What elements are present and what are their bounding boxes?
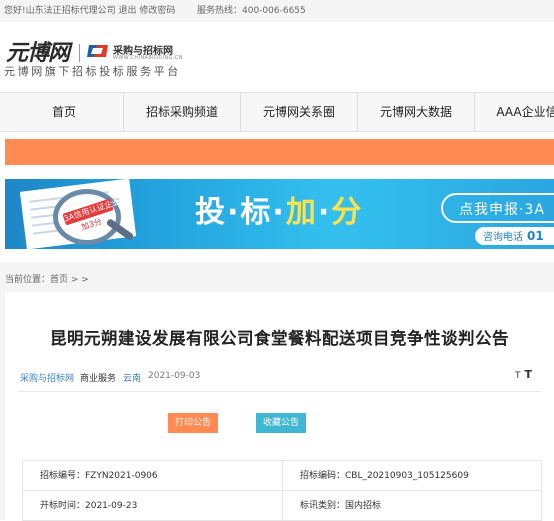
partner-logo-domain: WWW.CHINABIDDING.CN <box>113 55 183 61</box>
site-logo[interactable]: 元博网 <box>6 40 70 66</box>
service-hotline: 服务热线：400-006-6655 <box>197 6 306 16</box>
banner-title: 投·标·加·分 <box>195 193 363 233</box>
banner-title-part: · <box>227 195 241 230</box>
logo-divider <box>79 44 80 62</box>
nav-item-big-data[interactable]: 元博网大数据 <box>358 93 475 131</box>
banner-title-part: · <box>272 195 286 230</box>
nav-item-aaa-credit[interactable]: AAA企业信用 <box>475 93 554 131</box>
site-header: 元博网 采购与招标网 WWW.CHINABIDDING.CN 元博网旗下招标投标… <box>0 22 554 88</box>
article-region[interactable]: 云南 <box>123 371 141 384</box>
banner-title-part: · <box>317 195 332 230</box>
banner-title-part: 投 <box>195 195 227 230</box>
change-password-link[interactable]: 修改密码 <box>139 6 175 16</box>
article-source[interactable]: 采购与招标网 <box>20 371 74 384</box>
article-date: 2021-09-03 <box>148 371 201 381</box>
open-time: 开标时间：2021-09-23 <box>23 491 283 521</box>
print-button[interactable]: 打印公告 <box>168 413 218 433</box>
article-card: 昆明元朔建设发展有限公司食堂餐料配送项目竞争性谈判公告 采购与招标网 商业服务 … <box>5 292 554 521</box>
site-tagline: 元博网旗下招标投标服务平台 <box>4 65 181 78</box>
banner-title-part: 分 <box>331 195 364 230</box>
banner-title-part: 标 <box>240 195 273 230</box>
meta-divider <box>18 391 541 392</box>
user-links: 您好!山东法正招标代理公司 退出 修改密码 <box>4 0 175 22</box>
promo-strip[interactable] <box>5 139 554 165</box>
favorite-button[interactable]: 收藏公告 <box>256 413 306 433</box>
nav-item-home[interactable]: 首页 <box>5 93 124 131</box>
consult-phone: 咨询电话 01 <box>475 227 554 245</box>
tender-number: 招标编号：FZYN2021-0906 <box>23 461 283 491</box>
breadcrumb[interactable]: 当前位置：首页 > > <box>5 272 89 285</box>
logout-link[interactable]: 退出 <box>118 6 136 16</box>
font-size-control: TT <box>515 368 532 381</box>
nav-item-procurement-channel[interactable]: 招标采购频道 <box>124 93 241 131</box>
nav-item-network-circle[interactable]: 元博网关系圈 <box>241 93 358 131</box>
notice-info-table: 招标编号：FZYN2021-0906 招标编码：CBL_20210903_105… <box>22 460 542 521</box>
font-large-button[interactable]: T <box>525 368 533 381</box>
apply-now-button[interactable]: 点我申报·3A <box>441 193 554 223</box>
consult-phone-number: 01 <box>527 229 544 243</box>
info-type: 标讯类别：国内招标 <box>283 491 542 521</box>
page-title: 昆明元朔建设发展有限公司食堂餐料配送项目竞争性谈判公告 <box>50 329 509 348</box>
chinabidding-logo-icon <box>87 45 108 57</box>
promo-banner[interactable]: 3A信用认证企业 加3分 投·标·加·分 点我申报·3A 咨询电话 01 <box>5 179 554 249</box>
notice-code: 招标编码：CBL_20210903_105125609 <box>283 461 542 491</box>
font-small-button[interactable]: T <box>515 371 521 381</box>
main-nav: 首页 招标采购频道 元博网关系圈 元博网大数据 AAA企业信用 <box>0 92 554 132</box>
consult-phone-label: 咨询电话 <box>483 232 523 243</box>
article-category: 商业服务 <box>80 374 117 384</box>
banner-title-part: 加 <box>285 195 318 230</box>
user-greeting: 您好!山东法正招标代理公司 <box>4 6 116 16</box>
top-bar: 您好!山东法正招标代理公司 退出 修改密码 服务热线：400-006-6655 <box>0 0 554 22</box>
